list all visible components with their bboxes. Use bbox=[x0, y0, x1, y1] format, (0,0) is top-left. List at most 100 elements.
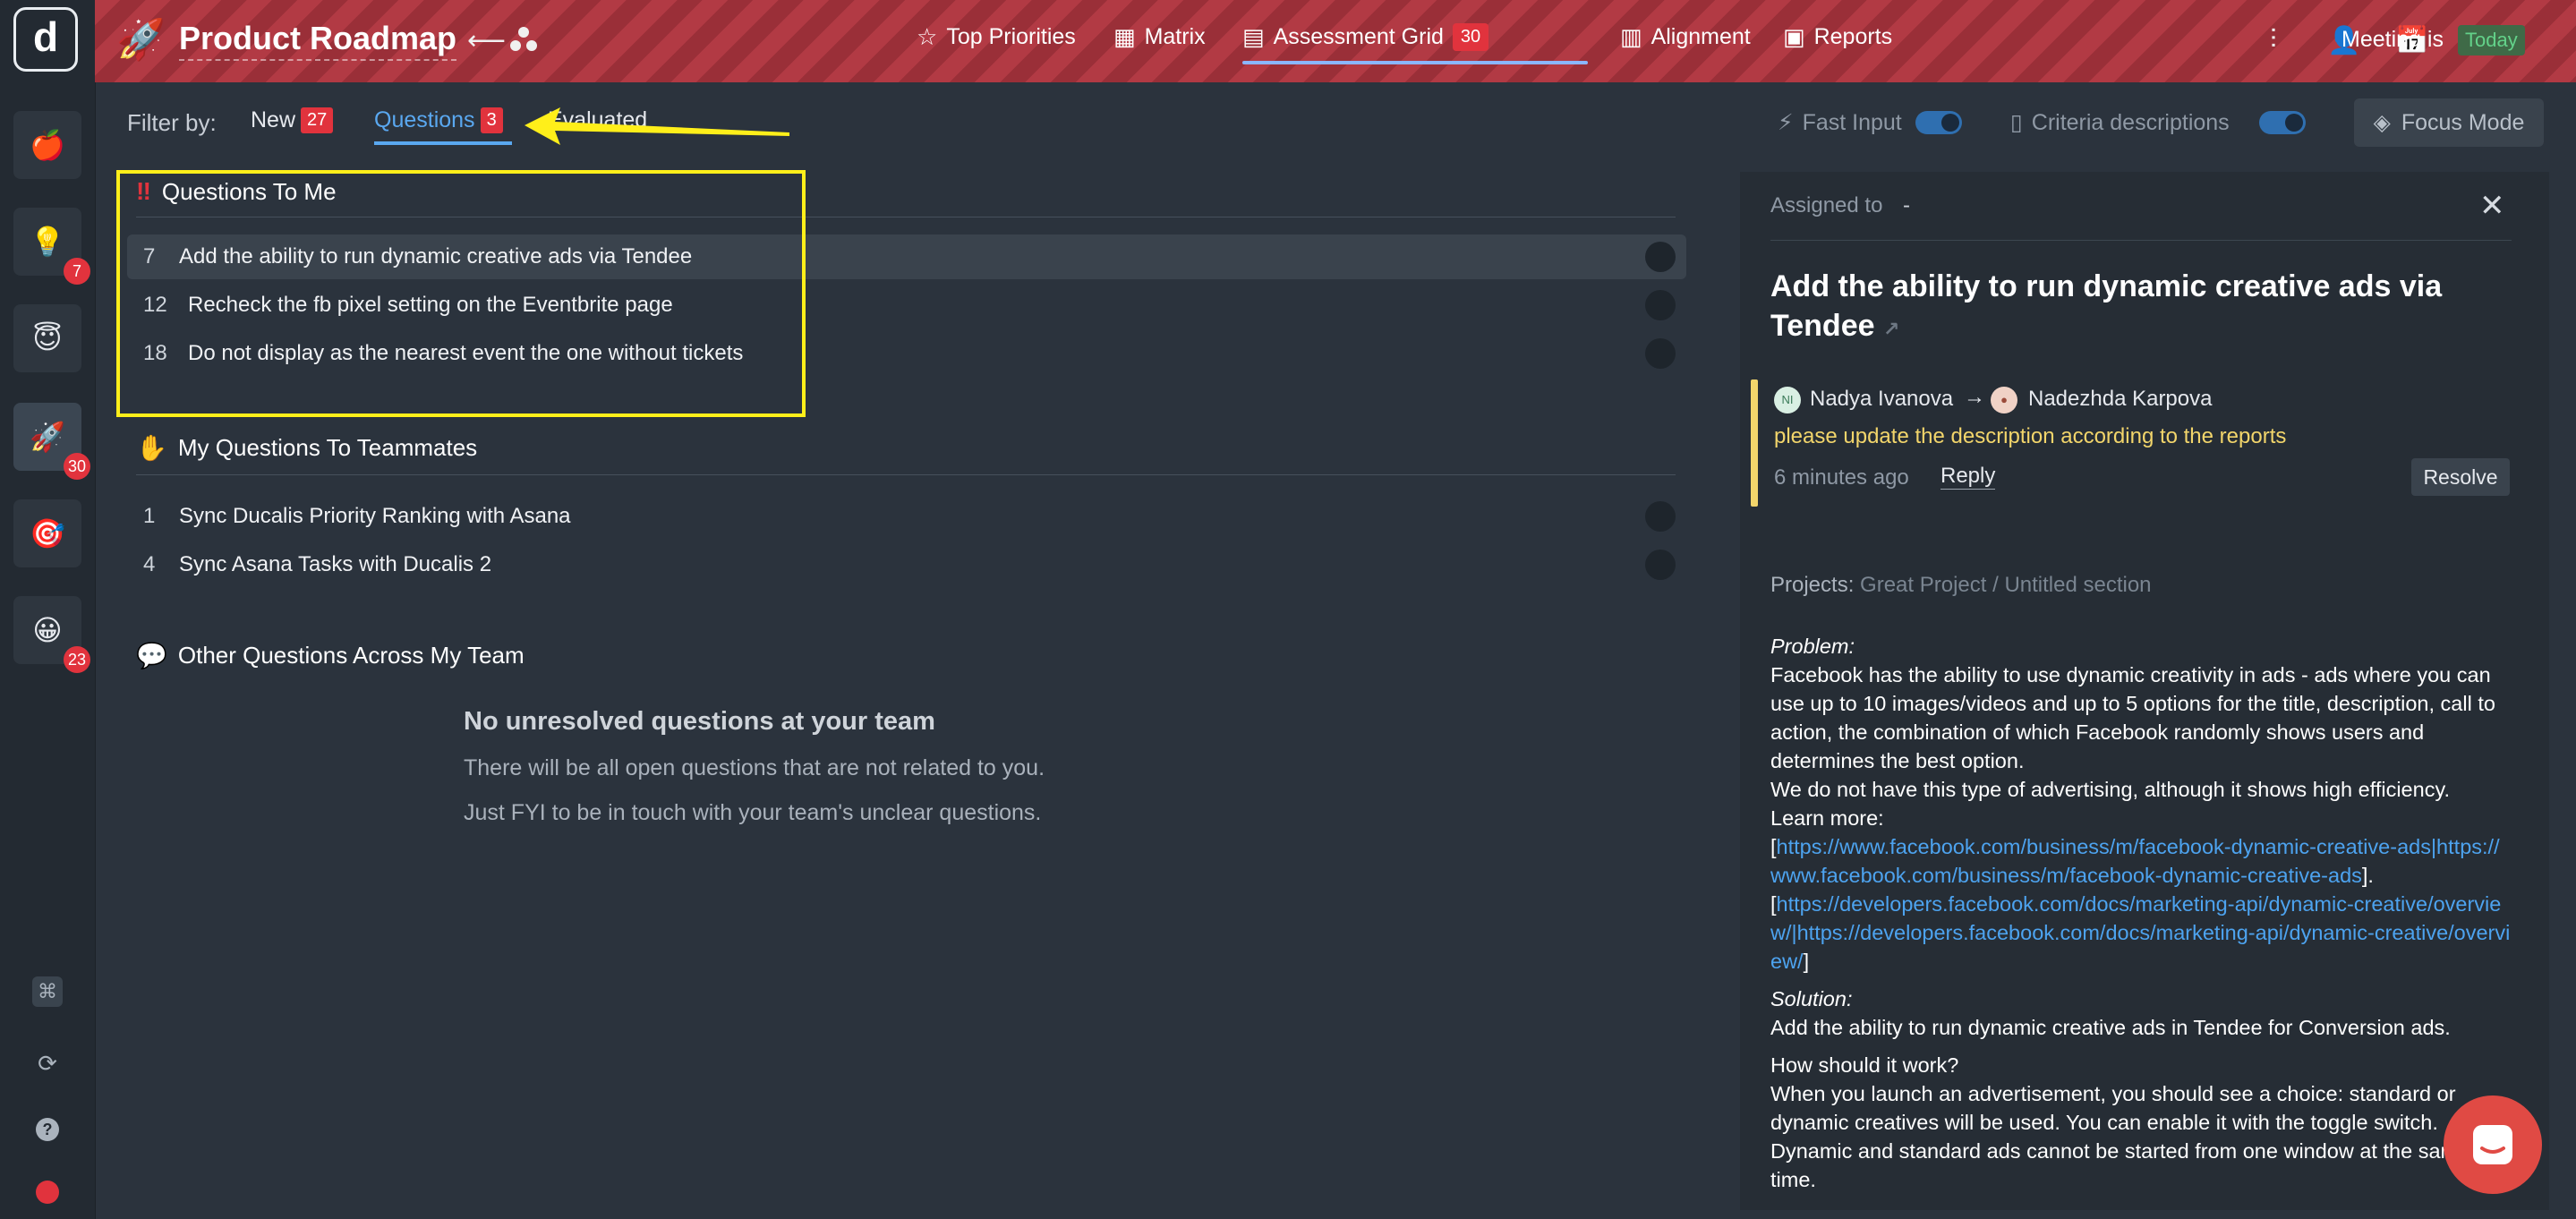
lightning-icon: ⚡ bbox=[1778, 110, 1794, 135]
left-rail: d 🍎 💡 7 😇 🚀 30 🎯 😀 23 ⌘ ⟳ ? bbox=[0, 0, 96, 1219]
toggle-knob bbox=[1941, 114, 1959, 132]
rail-item-ideas[interactable]: 💡 7 bbox=[13, 208, 90, 285]
nav-reports[interactable]: ▣ Reports bbox=[1783, 23, 1892, 51]
nav-label: Reports bbox=[1813, 24, 1893, 49]
status-circle[interactable] bbox=[1645, 550, 1676, 580]
focus-mode-button[interactable]: ◈ Focus Mode bbox=[2354, 98, 2544, 147]
rail-item-smile[interactable]: 😀 23 bbox=[13, 596, 90, 673]
empty-state-text: Just FYI to be in touch with your team's… bbox=[464, 800, 1042, 825]
empty-state-text: There will be all open questions that ar… bbox=[464, 755, 1045, 780]
star-icon: ☆ bbox=[917, 23, 938, 50]
nav-label: Matrix bbox=[1144, 24, 1206, 49]
sliders-icon[interactable]: ⫶ bbox=[2270, 25, 2277, 55]
meeting-today-badge[interactable]: Today bbox=[2458, 25, 2525, 55]
status-circle[interactable] bbox=[1645, 242, 1676, 272]
fast-input-toggle[interactable] bbox=[1915, 111, 1962, 134]
nav-badge: 30 bbox=[1452, 23, 1489, 51]
recipient-avatar: ● bbox=[1991, 387, 2017, 413]
rail-badge: 30 bbox=[64, 453, 90, 480]
command-icon[interactable]: ⌘ bbox=[30, 974, 65, 1010]
comment-timestamp: 6 minutes ago bbox=[1774, 465, 1909, 490]
criteria-descriptions-label: ▯ Criteria descriptions bbox=[2010, 109, 2230, 136]
nav-active-indicator bbox=[1242, 61, 1588, 64]
description-body: Problem: Facebook has the ability to use… bbox=[1770, 632, 2513, 1203]
nav-assessment-grid[interactable]: ▤ Assessment Grid 30 bbox=[1242, 23, 1489, 51]
developers-docs-link[interactable]: https://developers.facebook.com/docs/mar… bbox=[1770, 892, 2510, 973]
lightbulb-icon: 💡 bbox=[30, 226, 65, 258]
smile-icon: 😀 bbox=[32, 614, 63, 646]
nav-label: Top Priorities bbox=[946, 24, 1076, 49]
rocket-icon: 🚀 bbox=[116, 18, 166, 62]
nav-alignment[interactable]: ▥ Alignment bbox=[1620, 23, 1751, 51]
filter-label: Filter by: bbox=[127, 109, 217, 136]
bar-chart-icon: ▥ bbox=[1620, 23, 1642, 50]
nav-label: Assessment Grid bbox=[1273, 24, 1444, 49]
filter-tab-label: New bbox=[251, 107, 296, 132]
filter-tab-new[interactable]: New 27 bbox=[251, 107, 334, 133]
speech-bubble-icon: 💬 bbox=[136, 642, 167, 669]
apple-icon: 🍎 bbox=[30, 129, 65, 161]
problem-label: Problem bbox=[1770, 635, 1849, 658]
question-text: Sync Asana Tasks with Ducalis 2 bbox=[179, 552, 492, 576]
resolve-button[interactable]: Resolve bbox=[2411, 458, 2510, 496]
rail-item-target[interactable]: 🎯 bbox=[13, 499, 81, 567]
criteria-descriptions-toggle[interactable] bbox=[2259, 111, 2306, 134]
report-icon: ▣ bbox=[1783, 23, 1805, 50]
chat-support-button[interactable] bbox=[2444, 1095, 2542, 1194]
question-row[interactable]: 4 Sync Asana Tasks with Ducalis 2 bbox=[127, 542, 1686, 587]
assigned-value[interactable]: - bbox=[1903, 193, 1910, 218]
how-text: When you launch an advertisement, you sh… bbox=[1770, 1082, 2470, 1191]
question-detail-panel: Assigned to - ✕ Add the ability to run d… bbox=[1740, 172, 2549, 1210]
chat-icon bbox=[2473, 1125, 2512, 1164]
raised-hand-icon: ✋ bbox=[136, 434, 167, 462]
nav-matrix[interactable]: ▦ Matrix bbox=[1113, 23, 1206, 51]
status-circle[interactable] bbox=[1645, 338, 1676, 369]
help-icon[interactable]: ? bbox=[30, 1112, 65, 1147]
arrow-left-icon[interactable]: ⟵ bbox=[467, 25, 506, 56]
empty-state-title: No unresolved questions at your team bbox=[464, 707, 935, 736]
fast-input-label: ⚡ Fast Input bbox=[1778, 109, 1902, 136]
rocket-icon: 🚀 bbox=[30, 421, 65, 453]
external-link-icon[interactable]: ↗ bbox=[1883, 318, 1899, 340]
reply-link[interactable]: Reply bbox=[1941, 464, 1996, 490]
layers-icon: ◈ bbox=[2373, 110, 2391, 135]
section-questions-to-teammates: ✋ My Questions To Teammates bbox=[136, 433, 477, 463]
rail-item-roadmap[interactable]: 🚀 30 bbox=[13, 403, 90, 480]
filter-tab-questions[interactable]: Questions 3 bbox=[374, 107, 503, 133]
comment-indicator bbox=[1751, 379, 1758, 507]
annotation-arrow bbox=[525, 107, 789, 145]
rail-item-apple[interactable]: 🍎 bbox=[13, 111, 81, 179]
toggle-label: Fast Input bbox=[1802, 109, 1902, 135]
problem-text-2: We do not have this type of advertising,… bbox=[1770, 778, 2450, 801]
panel-title[interactable]: Add the ability to run dynamic creative … bbox=[1770, 267, 2504, 349]
target-icon: 🎯 bbox=[30, 517, 65, 550]
facebook-dynamic-ads-link[interactable]: https://www.facebook.com/business/m/face… bbox=[1770, 835, 2500, 887]
refresh-icon[interactable]: ⟳ bbox=[30, 1045, 65, 1081]
question-number: 4 bbox=[143, 552, 156, 576]
meeting-label[interactable]: Meeting is bbox=[2341, 27, 2444, 53]
nav-top-priorities[interactable]: ☆ Top Priorities bbox=[917, 23, 1076, 51]
team-icon[interactable] bbox=[508, 25, 539, 61]
close-icon[interactable]: ✕ bbox=[2479, 188, 2505, 224]
toggle-knob bbox=[2285, 114, 2303, 132]
table-icon: ▤ bbox=[1242, 23, 1265, 50]
top-header: 🚀 Product Roadmap ⟵ ☆ Top Priorities ▦ M… bbox=[95, 0, 2576, 82]
author-avatar: NI bbox=[1774, 387, 1801, 413]
status-circle[interactable] bbox=[1645, 501, 1676, 532]
status-circle[interactable] bbox=[1645, 290, 1676, 320]
comment-text: please update the description according … bbox=[1774, 424, 2287, 448]
ducalis-logo[interactable]: d bbox=[13, 7, 78, 72]
board-title[interactable]: Product Roadmap bbox=[179, 20, 457, 61]
user-avatar-icon[interactable] bbox=[30, 1174, 65, 1210]
annotation-highlight-box bbox=[116, 170, 806, 417]
question-row[interactable]: 1 Sync Ducalis Priority Ranking with Asa… bbox=[127, 494, 1686, 539]
grid-icon: ▦ bbox=[1113, 23, 1136, 50]
assigned-label: Assigned to bbox=[1770, 193, 1883, 217]
focus-mode-label: Focus Mode bbox=[2401, 109, 2525, 135]
section-other-questions: 💬 Other Questions Across My Team bbox=[136, 641, 525, 670]
projects-label: Projects: bbox=[1770, 573, 1855, 597]
projects-value[interactable]: Great Project / Untitled section bbox=[1860, 573, 2151, 597]
book-icon: ▯ bbox=[2010, 110, 2023, 135]
panel-title-text: Add the ability to run dynamic creative … bbox=[1770, 269, 2443, 343]
rail-item-halo[interactable]: 😇 bbox=[13, 304, 81, 372]
